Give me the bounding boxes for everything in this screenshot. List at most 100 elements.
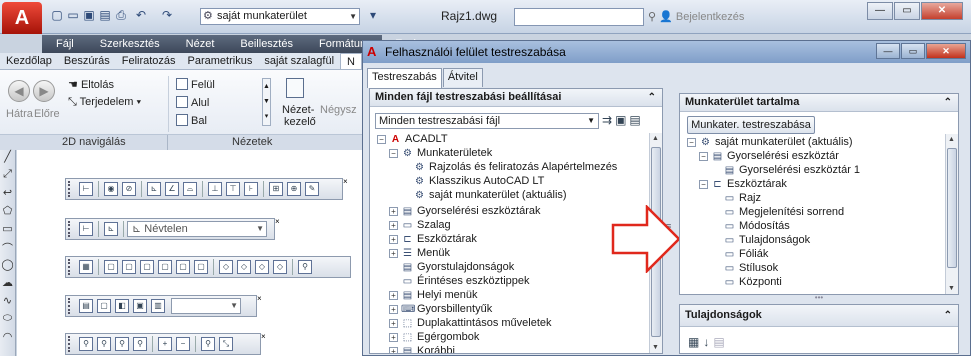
tab-annotate[interactable]: Feliratozás: [116, 53, 182, 69]
menu-view[interactable]: Nézet: [172, 35, 227, 53]
dialog-title-bar[interactable]: A Felhasználói felület testreszabása — ▭…: [363, 41, 970, 63]
arc-icon[interactable]: ⌒: [0, 240, 15, 258]
open-file-icon[interactable]: ▭: [66, 9, 80, 22]
workspace-dropdown[interactable]: ⚙ saját munkaterület ▼: [200, 8, 360, 25]
view-manager-label-1[interactable]: Nézet-: [282, 104, 314, 116]
linear-dim-icon[interactable]: ⊢: [79, 182, 93, 196]
continue-dim-icon[interactable]: ⊤: [226, 182, 240, 196]
expand-icon[interactable]: +: [389, 207, 398, 216]
tolerance-icon[interactable]: ⊞: [269, 182, 283, 196]
construction-line-icon[interactable]: ⤢: [0, 168, 15, 186]
save-icon[interactable]: ▣: [82, 9, 96, 22]
layer-prev-icon[interactable]: ◧: [115, 299, 129, 313]
cui-file-filter[interactable]: Minden testreszabási fájl ▼: [375, 113, 599, 129]
zoom-dynamic-icon[interactable]: ⚲: [97, 337, 111, 351]
viewport-config-label[interactable]: Négysz: [320, 104, 357, 116]
sign-in-area[interactable]: ⚲ 👤 Bejelentkezés: [648, 10, 744, 23]
collapse-chevron-icon[interactable]: ⌃: [944, 305, 952, 326]
extents-button[interactable]: ⤡ Terjedelem ▾: [68, 96, 141, 109]
application-menu-button[interactable]: A: [2, 2, 42, 34]
tree-node[interactable]: − A ACADLT: [377, 133, 448, 146]
undo-icon[interactable]: ↶: [134, 9, 148, 22]
expand-icon[interactable]: +: [389, 347, 398, 353]
grip-handle[interactable]: [68, 298, 74, 314]
tree-node[interactable]: − ⚙ saját munkaterület (aktuális): [687, 136, 853, 149]
tab-customize[interactable]: Testreszabás: [367, 68, 442, 88]
close-toolbar-icon[interactable]: ×: [275, 217, 281, 226]
layer-4-icon[interactable]: ▢: [158, 260, 172, 274]
tab-custom[interactable]: saját szalagfül: [258, 53, 340, 69]
layer-6-icon[interactable]: ▢: [194, 260, 208, 274]
forward-arrow-icon[interactable]: ▶: [33, 80, 55, 102]
redo-icon[interactable]: ↷: [160, 9, 174, 22]
save-icon[interactable]: ▣: [615, 113, 629, 127]
tree-node[interactable]: + ▤ Helyi menük: [389, 289, 478, 302]
tree-node[interactable]: − ⊏ Eszköztárak: [699, 178, 787, 191]
tree-node[interactable]: ▭ Fóliák: [723, 248, 769, 261]
circle-icon[interactable]: ◯: [0, 258, 15, 276]
rectangle-icon[interactable]: ▭: [0, 222, 15, 240]
view-top-item[interactable]: Felül: [176, 78, 215, 91]
shape-2-icon[interactable]: ◇: [237, 260, 251, 274]
new-file-icon[interactable]: ▢: [50, 9, 64, 22]
tree-node[interactable]: − ⚙ Munkaterületek: [389, 147, 492, 160]
shape-1-icon[interactable]: ◇: [219, 260, 233, 274]
expand-icon[interactable]: +: [389, 291, 398, 300]
aligned-dim-icon[interactable]: ⊾: [147, 182, 161, 196]
grip-handle[interactable]: [68, 221, 74, 237]
customize-workspace-button[interactable]: Munkater. testreszabása: [687, 116, 815, 134]
expand-icon[interactable]: +: [389, 319, 398, 328]
tree-node[interactable]: ▤ Gyorselérési eszköztár 1: [723, 164, 860, 177]
workspace-contents-header[interactable]: Munkaterület tartalma ⌃: [680, 94, 958, 112]
zoom-in-icon[interactable]: +: [158, 337, 172, 351]
ellipse-icon[interactable]: ⬭: [0, 312, 15, 330]
tab-home[interactable]: Kezdőlap: [0, 53, 58, 69]
layer-properties-icon[interactable]: ▤: [79, 299, 93, 313]
layer-1-icon[interactable]: ▢: [104, 260, 118, 274]
grip-handle[interactable]: [68, 181, 74, 197]
save-as-icon[interactable]: ▤: [98, 9, 112, 22]
spline-icon[interactable]: ∿: [0, 294, 15, 312]
collapse-chevron-icon[interactable]: ⌃: [944, 94, 952, 111]
ordinate-dim-icon[interactable]: ⊦: [244, 182, 258, 196]
layer-iso-icon[interactable]: ▥: [151, 299, 165, 313]
back-button[interactable]: Hátra: [6, 108, 33, 120]
back-arrow-icon[interactable]: ◀: [8, 80, 30, 102]
menu-edit[interactable]: Szerkesztés: [86, 35, 172, 53]
menu-file[interactable]: Fájl: [42, 35, 86, 53]
minimize-icon[interactable]: —: [876, 43, 900, 59]
sign-in-link[interactable]: Bejelentkezés: [676, 11, 745, 23]
angular-dim-icon[interactable]: ∠: [165, 182, 179, 196]
close-icon[interactable]: ✕: [921, 2, 963, 20]
print-icon[interactable]: ⎙: [114, 9, 128, 22]
radius-dim-icon[interactable]: ◉: [104, 182, 118, 196]
expand-icon[interactable]: +: [389, 235, 398, 244]
right-tree-scrollbar[interactable]: ▲ ▼: [945, 134, 958, 294]
tree-node[interactable]: ▭ Rajz: [723, 192, 761, 205]
tree-node[interactable]: ▭ Megjelenítési sorrend: [723, 206, 844, 219]
close-toolbar-icon[interactable]: ×: [261, 332, 267, 341]
categorized-icon[interactable]: ▦: [688, 335, 703, 349]
tree-node[interactable]: + ⌨ Gyorsbillentyűk: [389, 303, 492, 316]
tree-node[interactable]: ▤ Gyorstulajdonságok: [401, 261, 514, 274]
scroll-thumb[interactable]: [947, 148, 957, 268]
diameter-dim-icon[interactable]: ⊘: [122, 182, 136, 196]
tree-node[interactable]: + ▤ Gyorselérési eszköztárak: [389, 205, 541, 218]
properties-header[interactable]: Tulajdonságok ⌃: [680, 305, 958, 327]
tree-node[interactable]: ▭ Érintéses eszköztippek: [401, 275, 530, 288]
tree-node[interactable]: + ▤ Korábbi: [389, 345, 455, 353]
zoom-window-icon[interactable]: ⚲: [79, 337, 93, 351]
tree-node[interactable]: + ⬚ Duplakattintásos műveletek: [389, 317, 552, 330]
grip-handle[interactable]: [68, 336, 74, 352]
tree-node[interactable]: ▭ Tulajdonságok: [723, 234, 810, 247]
pan-button[interactable]: ☚ Eltolás: [68, 78, 114, 91]
zoom-out-icon[interactable]: −: [176, 337, 190, 351]
zoom-extents-icon[interactable]: ⤡: [219, 337, 233, 351]
tab-parametric[interactable]: Parametrikus: [182, 53, 259, 69]
drawing-canvas[interactable]: ⊢ ◉ ⊘ ⊾ ∠ ⌓ ⊥ ⊤ ⊦ ⊞ ⊕ ✎ × ⊢ ⊾ ⊾ Névtelen…: [17, 150, 362, 356]
maximize-icon[interactable]: ▭: [901, 43, 925, 59]
center-mark-icon[interactable]: ⊕: [287, 182, 301, 196]
tree-node[interactable]: ▭ Módosítás: [723, 220, 790, 233]
views-list-scroller[interactable]: ▲ ▼ ▾: [262, 78, 271, 126]
dim-edit-icon[interactable]: ✎: [305, 182, 319, 196]
